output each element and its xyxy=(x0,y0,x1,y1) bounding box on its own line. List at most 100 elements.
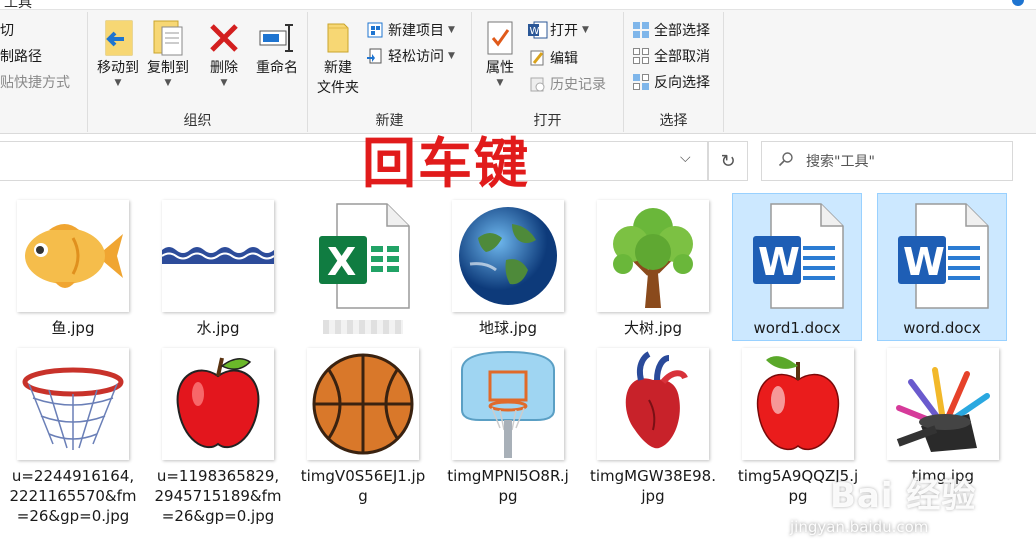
file-name: timgMGW38E98.jpg xyxy=(590,467,716,505)
open-group: 属性 ▼ W 打开 ▼ 编辑 历史记录 打开 xyxy=(472,12,624,132)
delete-icon xyxy=(204,18,244,58)
copy-to-label: 复制到 xyxy=(147,60,189,76)
open-button[interactable]: W 打开 ▼ xyxy=(528,20,589,40)
history-icon xyxy=(528,75,546,93)
search-box[interactable]: 搜索"工具" xyxy=(761,141,1013,181)
easy-access-button[interactable]: 轻松访问 ▼ xyxy=(366,46,455,66)
ribbon: 工具 剪切 复制路径 粘贴快捷方式 移动到 ▼ 复制到 ▼ xyxy=(0,0,1036,134)
file-name: 大树.jpg xyxy=(624,319,682,337)
open-label: 打开 xyxy=(550,23,578,39)
easy-access-icon xyxy=(366,47,384,65)
delete-button[interactable]: 删除 ▼ xyxy=(202,18,246,88)
select-none-icon xyxy=(632,47,650,65)
select-all-button[interactable]: 全部选择 xyxy=(632,20,710,40)
file-name: timgV0S56EJ1.jpg xyxy=(300,467,426,505)
chevron-down-icon: ▼ xyxy=(220,78,228,88)
file-item[interactable]: timgV0S56EJ1.jpg xyxy=(298,342,428,560)
refresh-icon[interactable]: ↻ xyxy=(708,141,748,181)
properties-label: 属性 xyxy=(486,60,514,76)
help-icon[interactable] xyxy=(1012,0,1024,6)
select-group-label: 选择 xyxy=(659,113,688,129)
blurred-filename xyxy=(323,320,403,334)
file-item[interactable]: Wword1.docx xyxy=(732,193,862,341)
file-item[interactable]: 鱼.jpg xyxy=(8,194,138,342)
history-button[interactable]: 历史记录 xyxy=(528,74,606,94)
file-item[interactable]: X xyxy=(298,194,428,342)
properties-icon xyxy=(480,18,520,58)
address-bar[interactable] xyxy=(0,141,708,181)
copy-path-label: 复制路径 xyxy=(0,49,42,65)
copy-path-button[interactable]: 复制路径 xyxy=(0,46,42,66)
paste-shortcut-button[interactable]: 粘贴快捷方式 xyxy=(0,72,70,92)
edit-button[interactable]: 编辑 xyxy=(528,48,578,68)
new-folder-label-2: 文件夹 xyxy=(317,80,359,96)
file-name: u=2244916164,2221165570&fm=26&gp=0.jpg xyxy=(9,467,137,525)
file-item[interactable]: timgMPNI5O8R.jpg xyxy=(443,342,573,560)
watermark-brand: Bai 经验 xyxy=(830,476,977,516)
rename-icon xyxy=(257,18,297,58)
file-name: 鱼.jpg xyxy=(51,319,95,337)
chevron-down-icon: ▼ xyxy=(164,78,172,88)
new-folder-button[interactable]: 新建 文件夹 xyxy=(312,18,364,98)
tree-thumbnail-icon xyxy=(597,200,709,312)
watermark: Bai 经验 jingyan.baidu.com xyxy=(790,462,1030,560)
svg-text:X: X xyxy=(327,240,356,284)
watermark-url: jingyan.baidu.com xyxy=(790,518,929,536)
move-to-button[interactable]: 移动到 ▼ xyxy=(92,18,144,88)
file-item[interactable]: u=2244916164,2221165570&fm=26&gp=0.jpg xyxy=(8,342,138,560)
new-item-button[interactable]: 新建项目 ▼ xyxy=(366,20,455,40)
move-to-label: 移动到 xyxy=(97,60,139,76)
basketball-thumbnail-icon xyxy=(307,348,419,460)
organize-group: 移动到 ▼ 复制到 ▼ 删除 ▼ 重命名 组织 xyxy=(88,12,308,132)
word-thumbnail-icon: W xyxy=(741,200,853,312)
chevron-down-icon: ▼ xyxy=(448,25,455,35)
file-item[interactable]: 水.jpg xyxy=(153,194,283,342)
select-none-label: 全部取消 xyxy=(654,49,710,65)
select-none-button[interactable]: 全部取消 xyxy=(632,46,710,66)
svg-text:W: W xyxy=(903,240,945,284)
select-all-label: 全部选择 xyxy=(654,23,710,39)
copy-to-button[interactable]: 复制到 ▼ xyxy=(142,18,194,88)
organize-group-label: 组织 xyxy=(183,113,212,129)
file-item[interactable]: u=1198365829,2945715189&fm=26&gp=0.jpg xyxy=(153,342,283,560)
chevron-down-icon: ▼ xyxy=(582,25,589,35)
invert-selection-button[interactable]: 反向选择 xyxy=(632,72,710,92)
move-to-icon xyxy=(98,18,138,58)
file-item[interactable]: 大树.jpg xyxy=(588,194,718,342)
word-thumbnail-icon: W xyxy=(886,200,998,312)
file-name: timgMPNI5O8R.jpg xyxy=(447,467,569,505)
edit-icon xyxy=(528,49,546,67)
invert-selection-icon xyxy=(632,73,650,91)
history-label: 历史记录 xyxy=(550,77,606,93)
search-input[interactable]: 搜索"工具" xyxy=(806,151,875,171)
search-icon xyxy=(778,151,794,171)
cut-button[interactable]: 剪切 xyxy=(0,20,14,40)
file-name: word.docx xyxy=(903,319,981,337)
edit-label: 编辑 xyxy=(550,51,578,67)
new-folder-icon xyxy=(318,18,358,58)
file-item[interactable]: 地球.jpg xyxy=(443,194,573,342)
new-item-label: 新建项目 xyxy=(388,23,444,39)
hoop-thumbnail-icon xyxy=(17,348,129,460)
rename-label: 重命名 xyxy=(256,60,298,76)
rename-button[interactable]: 重命名 xyxy=(250,18,304,78)
title-strip: 工具 xyxy=(0,0,1036,10)
invert-selection-label: 反向选择 xyxy=(654,75,710,91)
properties-button[interactable]: 属性 ▼ xyxy=(476,18,524,88)
magic-thumbnail-icon xyxy=(887,348,999,460)
file-item[interactable]: Wword.docx xyxy=(877,193,1007,341)
file-item[interactable]: timgMGW38E98.jpg xyxy=(588,342,718,560)
apple-thumbnail-icon xyxy=(162,348,274,460)
chevron-down-icon: ▼ xyxy=(448,51,455,61)
select-group: 全部选择 全部取消 反向选择 选择 xyxy=(624,12,724,132)
chevron-down-icon[interactable]: ⌵ xyxy=(680,150,691,166)
overlay-caption: 回车键 xyxy=(362,132,530,195)
easy-access-label: 轻松访问 xyxy=(388,49,444,65)
window-title-partial: 工具 xyxy=(4,0,32,10)
new-folder-label-1: 新建 xyxy=(324,60,352,76)
svg-text:W: W xyxy=(758,240,800,284)
copy-to-icon xyxy=(148,18,188,58)
clipboard-group: 剪切 复制路径 粘贴快捷方式 xyxy=(0,12,88,132)
cut-label: 剪切 xyxy=(0,23,14,39)
earth-thumbnail-icon xyxy=(452,200,564,312)
